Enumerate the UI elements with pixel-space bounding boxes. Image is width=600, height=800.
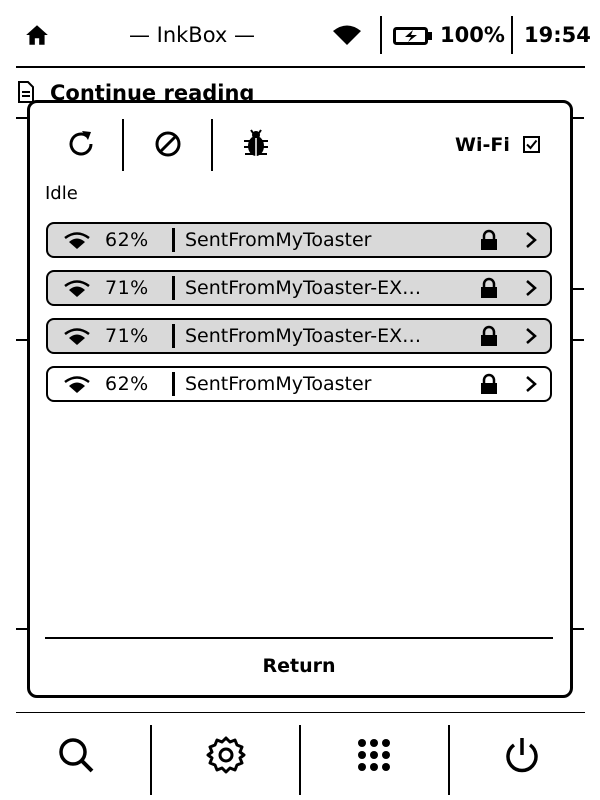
row-divider: [172, 228, 175, 252]
status-divider: [380, 16, 382, 54]
signal-strength: 71%: [105, 277, 149, 299]
wifi-signal-icon: [64, 376, 90, 393]
wifi-icon[interactable]: [332, 24, 362, 46]
row-divider: [172, 276, 175, 300]
toolbar-divider: [122, 119, 124, 171]
clock: 19:54: [524, 23, 591, 47]
connection-status: Idle: [45, 183, 78, 204]
network-row[interactable]: 71% SentFromMyToaster-EX…: [46, 318, 552, 354]
signal-strength: 62%: [105, 373, 149, 395]
bottom-toolbar: [0, 713, 600, 800]
checkmark-icon: [526, 139, 538, 150]
wifi-signal-icon: [64, 328, 90, 345]
toolbar-divider: [150, 725, 152, 795]
bug-icon[interactable]: [233, 121, 279, 167]
wifi-signal-icon: [64, 280, 90, 297]
chevron-right-icon: [526, 328, 537, 344]
chevron-right-icon: [526, 232, 537, 248]
disable-icon[interactable]: [145, 121, 191, 167]
chevron-right-icon: [526, 376, 537, 392]
app-title: — InkBox —: [128, 23, 256, 47]
network-row[interactable]: 71% SentFromMyToaster-EX…: [46, 270, 552, 306]
power-icon[interactable]: [502, 735, 542, 775]
dialog-divider: [45, 637, 553, 639]
refresh-icon[interactable]: [58, 121, 104, 167]
lock-icon: [481, 325, 497, 346]
status-divider: [511, 16, 513, 54]
lock-icon: [481, 373, 497, 394]
settings-icon[interactable]: [206, 735, 246, 775]
battery-charging-icon: [393, 27, 432, 45]
signal-strength: 62%: [105, 229, 149, 251]
chevron-right-icon: [526, 280, 537, 296]
lock-icon: [481, 277, 497, 298]
toolbar-divider: [211, 119, 213, 171]
toolbar-divider: [448, 725, 450, 795]
wifi-toggle-label: Wi-Fi: [455, 134, 510, 156]
row-divider: [172, 324, 175, 348]
toolbar-divider: [299, 725, 301, 795]
network-ssid: SentFromMyToaster: [185, 229, 372, 251]
wifi-enabled-checkbox[interactable]: [523, 136, 540, 153]
network-row[interactable]: 62% SentFromMyToaster: [46, 366, 552, 402]
battery-percentage: 100%: [440, 23, 505, 47]
return-button[interactable]: Return: [45, 654, 553, 678]
wifi-dialog: Wi-Fi Idle 62% SentFromMyToaster 71% SentFr…: [27, 100, 573, 698]
status-bar-divider: [16, 66, 585, 68]
network-ssid: SentFromMyToaster: [185, 373, 372, 395]
status-bar: — InkBox — 100% 19:54: [0, 0, 600, 68]
search-icon[interactable]: [56, 735, 96, 775]
network-ssid: SentFromMyToaster-EX…: [185, 325, 422, 347]
apps-grid-icon[interactable]: [354, 735, 394, 775]
lock-icon: [481, 229, 497, 250]
network-row[interactable]: 62% SentFromMyToaster: [46, 222, 552, 258]
row-divider: [172, 372, 175, 396]
wifi-signal-icon: [64, 232, 90, 249]
network-ssid: SentFromMyToaster-EX…: [185, 277, 422, 299]
signal-strength: 71%: [105, 325, 149, 347]
